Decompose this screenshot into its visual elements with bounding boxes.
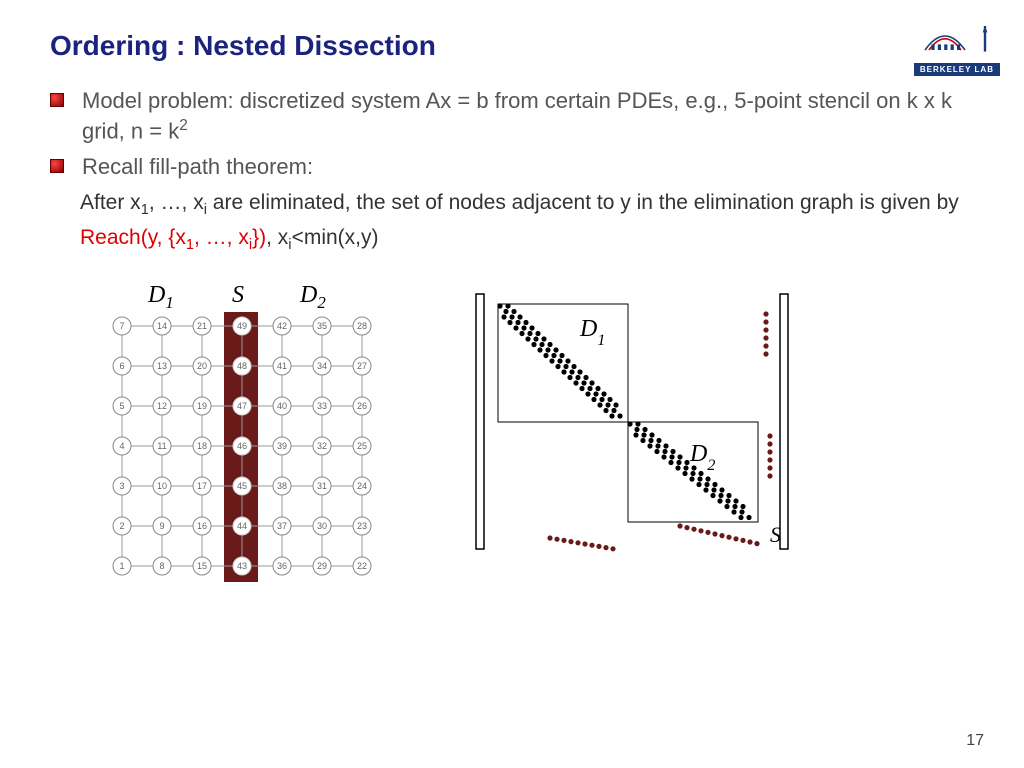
svg-text:42: 42 [277, 321, 287, 331]
svg-text:24: 24 [357, 481, 367, 491]
svg-text:1: 1 [119, 561, 124, 571]
matrix-svg: D1 D2 S [470, 286, 810, 586]
svg-text:D1: D1 [579, 316, 605, 349]
svg-text:25: 25 [357, 441, 367, 451]
svg-text:35: 35 [317, 321, 327, 331]
svg-text:32: 32 [317, 441, 327, 451]
svg-text:12: 12 [157, 401, 167, 411]
matrix-figure: D1 D2 S [470, 286, 810, 586]
svg-text:36: 36 [277, 561, 287, 571]
logo-dome-icon [917, 18, 997, 58]
svg-text:22: 22 [357, 561, 367, 571]
svg-text:6: 6 [119, 361, 124, 371]
svg-text:28: 28 [357, 321, 367, 331]
svg-text:43: 43 [237, 561, 247, 571]
svg-text:49: 49 [237, 321, 247, 331]
svg-text:3: 3 [119, 481, 124, 491]
svg-text:46: 46 [237, 441, 247, 451]
svg-text:15: 15 [197, 561, 207, 571]
svg-text:29: 29 [317, 561, 327, 571]
svg-text:31: 31 [317, 481, 327, 491]
svg-text:9: 9 [159, 521, 164, 531]
bullet-item: Model problem: discretized system Ax = b… [50, 86, 974, 146]
svg-text:40: 40 [277, 401, 287, 411]
svg-text:26: 26 [357, 401, 367, 411]
svg-text:38: 38 [277, 481, 287, 491]
svg-text:34: 34 [317, 361, 327, 371]
svg-text:23: 23 [357, 521, 367, 531]
svg-text:10: 10 [157, 481, 167, 491]
svg-text:47: 47 [237, 401, 247, 411]
svg-text:16: 16 [197, 521, 207, 531]
berkeley-lab-logo: BERKELEY LAB [914, 18, 1000, 76]
svg-text:37: 37 [277, 521, 287, 531]
svg-text:19: 19 [197, 401, 207, 411]
slide-title: Ordering : Nested Dissection [50, 30, 974, 62]
svg-text:5: 5 [119, 401, 124, 411]
svg-text:11: 11 [157, 441, 166, 451]
bullet-item: Recall fill-path theorem: [50, 152, 974, 182]
svg-text:21: 21 [197, 321, 207, 331]
bullet-text: Model problem: discretized system Ax = b… [82, 86, 974, 146]
grid-figure: D1 S D2 76543211413121110982120191817161… [110, 286, 390, 586]
bullet-text: Recall fill-path theorem: [82, 152, 313, 182]
svg-text:20: 20 [197, 361, 207, 371]
sub-text: After x1, …, xi are eliminated, the set … [80, 187, 974, 255]
svg-text:17: 17 [197, 481, 207, 491]
svg-text:39: 39 [277, 441, 287, 451]
grid-svg: 7654321141312111098212019181716154948474… [110, 314, 375, 579]
svg-text:S: S [770, 522, 781, 547]
svg-text:30: 30 [317, 521, 327, 531]
svg-text:33: 33 [317, 401, 327, 411]
page-number: 17 [966, 732, 984, 750]
svg-text:27: 27 [357, 361, 367, 371]
svg-text:48: 48 [237, 361, 247, 371]
svg-text:14: 14 [157, 321, 167, 331]
svg-text:2: 2 [119, 521, 124, 531]
svg-text:4: 4 [119, 441, 124, 451]
svg-text:13: 13 [157, 361, 167, 371]
svg-text:45: 45 [237, 481, 247, 491]
bullet-icon [50, 93, 64, 107]
bullet-list: Model problem: discretized system Ax = b… [50, 86, 974, 256]
svg-text:44: 44 [237, 521, 247, 531]
bullet-icon [50, 159, 64, 173]
svg-text:8: 8 [159, 561, 164, 571]
svg-text:18: 18 [197, 441, 207, 451]
logo-text: BERKELEY LAB [914, 63, 1000, 76]
svg-text:7: 7 [119, 321, 124, 331]
svg-text:41: 41 [277, 361, 287, 371]
